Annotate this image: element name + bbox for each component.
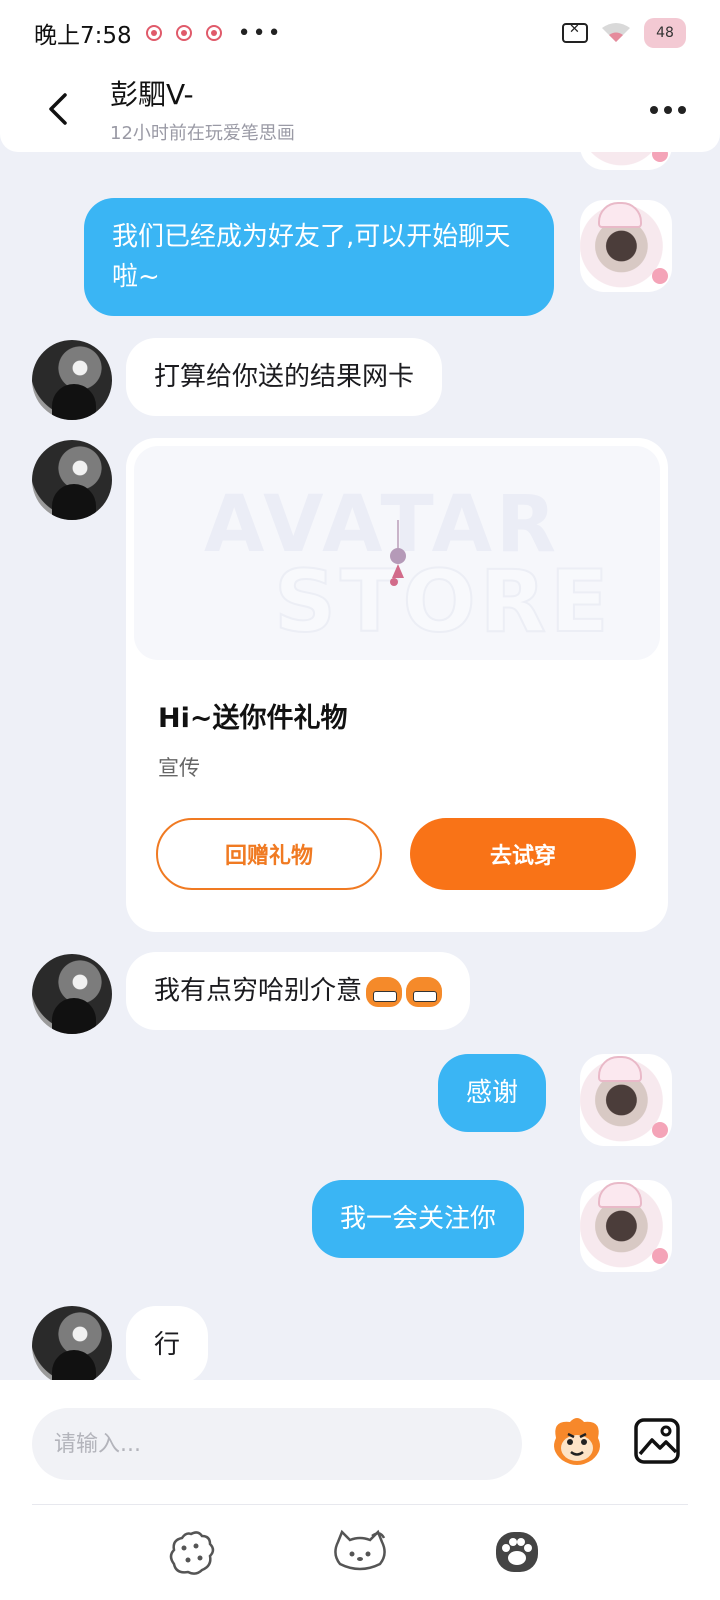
wifi-icon [600,22,632,44]
my-avatar[interactable] [580,1180,672,1272]
gift-title: Hi~送你件礼物 [158,703,348,734]
more-options-button[interactable] [646,90,690,130]
gift-card[interactable]: AVATAR STORE Hi~送你件礼物 宣传 回赠礼物 去试穿 [126,438,668,932]
battery-indicator: 48 [644,18,686,48]
divider [32,1504,688,1505]
message-bubble-sent[interactable]: 我一会关注你 [312,1180,525,1258]
message-text: 我有点穷哈别介意 [154,976,363,1006]
dot-icon [664,106,672,114]
notification-app-icon [175,25,192,41]
status-right: 48 [562,18,686,48]
message-bubble-sent[interactable]: 感谢 [438,1054,547,1132]
contact-last-active: 12小时前在玩爱笔思画 [110,123,295,144]
return-gift-button[interactable]: 回赠礼物 [156,818,382,890]
dot-icon [650,106,658,114]
message-bubble-received[interactable]: 行 [126,1306,209,1380]
my-avatar[interactable] [580,1054,672,1146]
message-bubble-received[interactable]: 我有点穷哈别介意 [126,952,471,1030]
notification-app-icon [145,25,162,41]
contact-name: 彭駟V- [110,78,194,111]
peer-avatar[interactable] [32,1306,112,1380]
status-more-notifications: ••• [237,20,283,46]
no-sim-icon [562,22,588,43]
grinning-face-emoji-icon [406,976,443,1007]
paw-icon[interactable] [492,1528,542,1578]
chevron-left-icon [49,93,67,125]
message-input[interactable] [32,1408,522,1480]
banner-watermark-store: STORE [273,551,613,653]
gift-banner-image[interactable]: AVATAR STORE [134,446,660,660]
message-bubble-sent[interactable]: 我们已经成为好友了,可以开始聊天啦~ [84,198,554,316]
hello-kitty-icon[interactable] [330,1528,390,1578]
message-bubble-received[interactable]: 打算给你送的结果网卡 [126,338,443,416]
peer-avatar[interactable] [32,340,112,420]
input-area [0,1380,720,1600]
image-icon[interactable] [628,1412,686,1470]
notification-icons [145,25,222,41]
gift-tag: 宣传 [158,756,200,780]
my-avatar[interactable] [580,200,672,292]
contact-info[interactable]: 彭駟V- 12小时前在玩爱笔思画 [110,73,295,145]
status-bar: 晚上7:58 ••• 48 [0,0,720,66]
chat-header: 彭駟V- 12小时前在玩爱笔思画 [0,66,720,152]
peer-avatar[interactable] [32,440,112,520]
dot-icon [678,106,686,114]
back-button[interactable] [28,79,88,139]
gift-item-icon [390,520,406,586]
try-on-button[interactable]: 去试穿 [410,818,636,890]
notification-app-icon [205,25,222,41]
grinning-face-emoji-icon [366,976,403,1007]
monkey-sticker-icon[interactable] [548,1412,606,1470]
cookie-icon[interactable] [166,1528,216,1578]
peer-avatar[interactable] [32,954,112,1034]
chat-message-list[interactable]: 我们已经成为好友了,可以开始聊天啦~ 打算给你送的结果网卡 AVATAR STO… [0,140,720,1380]
status-time: 晚上7:58 [34,23,132,49]
